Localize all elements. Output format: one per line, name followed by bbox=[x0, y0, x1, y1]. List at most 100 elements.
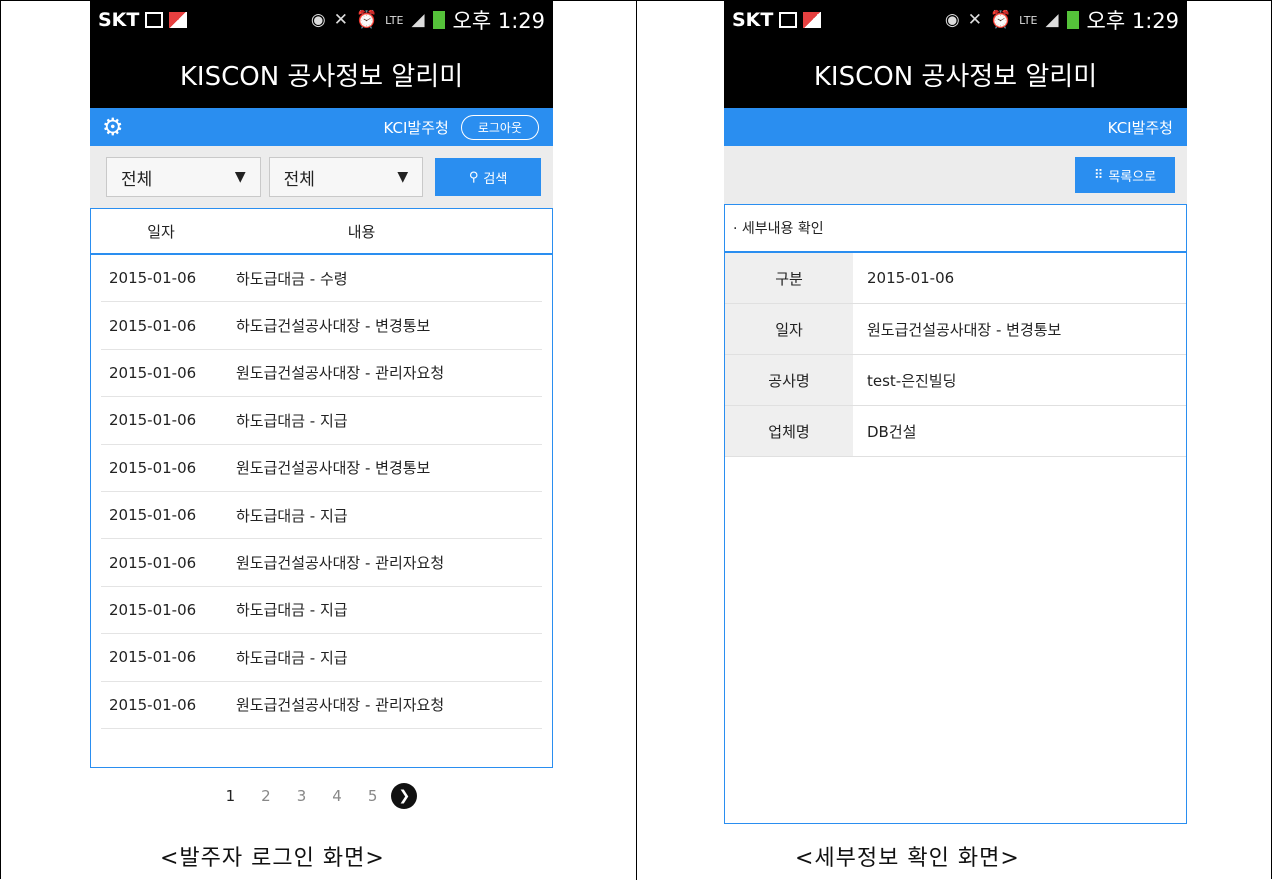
signal-icon: ◢ bbox=[1045, 10, 1059, 30]
signal-icon: ◢ bbox=[411, 10, 425, 30]
row-content: 하도급대금 - 지급 bbox=[236, 601, 348, 620]
row-date: 2015-01-06 bbox=[109, 269, 197, 288]
eye-icon: ◉ bbox=[944, 10, 960, 30]
row-date: 2015-01-06 bbox=[109, 600, 197, 619]
detail-panel: · 세부내용 확인 구분 2015-01-06 일자 원도급건설공사대장 - 변경통보… bbox=[724, 204, 1187, 824]
type-select-value: 전체 bbox=[283, 169, 315, 190]
app-title: KISCON 공사정보 알리미 bbox=[724, 40, 1187, 108]
table-body: 2015-01-06 하도급대금 - 수령 2015-01-06 하도급건설공사대장 … bbox=[91, 255, 552, 729]
clock: 오후 1:29 bbox=[1086, 9, 1179, 33]
notice-table: 일자 내용 2015-01-06 하도급대금 - 수령 2015-01-06 하도급건… bbox=[90, 208, 553, 768]
column-header-content: 내용 bbox=[347, 222, 376, 241]
status-bar: SKT ◉ ✕ ⏰ LTE ◢ 오후 1:29 bbox=[724, 0, 1187, 40]
nfc-icon: ✕ bbox=[967, 10, 982, 30]
detail-screen: SKT ◉ ✕ ⏰ LTE ◢ 오후 1:29 KISCON 공사정보 알리미 … bbox=[724, 0, 1187, 824]
table-row[interactable]: 2015-01-06 하도급대금 - 지급 bbox=[101, 492, 542, 540]
carrier-label: SKT bbox=[732, 9, 774, 31]
row-date: 2015-01-06 bbox=[109, 363, 197, 382]
row-content: 원도급건설공사대장 - 관리자요청 bbox=[236, 696, 445, 715]
network-label: LTE bbox=[1019, 13, 1038, 27]
back-to-list-button[interactable]: ⠿ 목록으로 bbox=[1075, 157, 1175, 193]
alarm-icon: ⏰ bbox=[355, 10, 378, 30]
table-row[interactable]: 2015-01-06 원도급건설공사대장 - 변경통보 bbox=[101, 445, 542, 492]
detail-row: 일자 원도급건설공사대장 - 변경통보 bbox=[725, 304, 1186, 355]
detail-value: DB건설 bbox=[867, 422, 917, 441]
carrier-label: SKT bbox=[98, 9, 140, 31]
row-date: 2015-01-06 bbox=[109, 316, 197, 335]
table-row[interactable]: 2015-01-06 하도급대금 - 지급 bbox=[101, 634, 542, 682]
nfc-icon: ✕ bbox=[333, 10, 348, 30]
eye-icon: ◉ bbox=[310, 10, 326, 30]
detail-row: 구분 2015-01-06 bbox=[725, 253, 1186, 304]
table-row[interactable]: 2015-01-06 원도급건설공사대장 - 관리자요청 bbox=[101, 350, 542, 398]
status-bar: SKT ◉ ✕ ⏰ LTE ◢ 오후 1:29 bbox=[90, 0, 553, 40]
back-to-list-label: 목록으로 bbox=[1108, 169, 1157, 185]
page-5[interactable]: 5 bbox=[368, 787, 378, 805]
table-header: 일자 내용 bbox=[91, 209, 552, 255]
detail-row: 업체명 DB건설 bbox=[725, 406, 1186, 457]
detail-value: 원도급건설공사대장 - 변경통보 bbox=[867, 320, 1062, 339]
action-bar: ⠿ 목록으로 bbox=[724, 146, 1187, 204]
detail-label: 업체명 bbox=[725, 406, 853, 456]
table-row[interactable]: 2015-01-06 원도급건설공사대장 - 관리자요청 bbox=[101, 682, 542, 729]
search-icon: ⚲ bbox=[468, 169, 479, 185]
pagination: 1 2 3 4 5 ❯ bbox=[90, 768, 553, 824]
filter-bar: 전체 ▼ 전체 ▼ ⚲ 검색 bbox=[90, 146, 553, 208]
row-content: 하도급대금 - 수령 bbox=[236, 269, 348, 288]
clock: 오후 1:29 bbox=[452, 9, 545, 33]
agency-name: KCI발주청 bbox=[1107, 118, 1173, 137]
detail-table: 구분 2015-01-06 일자 원도급건설공사대장 - 변경통보공사명 test-은진… bbox=[725, 253, 1186, 457]
table-row[interactable]: 2015-01-06 하도급대금 - 지급 bbox=[101, 587, 542, 635]
category-select-value: 전체 bbox=[121, 169, 153, 190]
detail-value: 2015-01-06 bbox=[867, 269, 955, 287]
gallery-icon bbox=[779, 12, 798, 28]
battery-icon bbox=[1066, 11, 1079, 29]
detail-value: test-은진빌딩 bbox=[867, 371, 957, 390]
page-1[interactable]: 1 bbox=[226, 787, 236, 805]
detail-label: 일자 bbox=[725, 304, 853, 354]
alarm-icon: ⏰ bbox=[989, 10, 1012, 30]
row-content: 하도급대금 - 지급 bbox=[236, 411, 348, 430]
type-select[interactable]: 전체 ▼ bbox=[268, 157, 424, 197]
row-date: 2015-01-06 bbox=[109, 553, 197, 572]
section-title: · 세부내용 확인 bbox=[725, 205, 1186, 253]
detail-label: 구분 bbox=[725, 253, 853, 303]
right-caption: <세부정보 확인 화면> bbox=[795, 846, 1020, 871]
column-divider bbox=[636, 0, 637, 880]
row-date: 2015-01-06 bbox=[109, 411, 197, 430]
agency-name: KCI발주청 bbox=[383, 118, 449, 137]
row-content: 하도급건설공사대장 - 변경통보 bbox=[236, 317, 431, 336]
row-date: 2015-01-06 bbox=[109, 506, 197, 525]
row-date: 2015-01-06 bbox=[109, 648, 197, 667]
row-content: 원도급건설공사대장 - 변경통보 bbox=[236, 459, 431, 478]
gallery-icon bbox=[145, 12, 164, 28]
next-page-icon[interactable]: ❯ bbox=[391, 783, 418, 809]
left-caption: <발주자 로그인 화면> bbox=[160, 846, 385, 871]
row-content: 원도급건설공사대장 - 관리자요청 bbox=[236, 554, 445, 573]
logout-button[interactable]: 로그아웃 bbox=[460, 114, 539, 140]
detail-label: 공사명 bbox=[725, 355, 853, 405]
app-title: KISCON 공사정보 알리미 bbox=[90, 40, 553, 108]
page-3[interactable]: 3 bbox=[297, 787, 307, 805]
dropdown-arrow-icon: ▼ bbox=[234, 169, 246, 185]
table-row[interactable]: 2015-01-06 원도급건설공사대장 - 관리자요청 bbox=[101, 539, 542, 587]
network-label: LTE bbox=[385, 13, 404, 27]
row-date: 2015-01-06 bbox=[109, 695, 197, 714]
row-content: 하도급대금 - 지급 bbox=[236, 506, 348, 525]
detail-row: 공사명 test-은진빌딩 bbox=[725, 355, 1186, 406]
row-date: 2015-01-06 bbox=[109, 458, 197, 477]
search-button-label: 검색 bbox=[483, 171, 508, 187]
gear-icon[interactable]: ⚙ bbox=[102, 115, 124, 139]
row-content: 하도급대금 - 지급 bbox=[236, 648, 348, 667]
row-content: 원도급건설공사대장 - 관리자요청 bbox=[236, 364, 445, 383]
table-row[interactable]: 2015-01-06 하도급대금 - 지급 bbox=[101, 397, 542, 445]
table-row[interactable]: 2015-01-06 하도급대금 - 수령 bbox=[101, 255, 542, 303]
dropdown-arrow-icon: ▼ bbox=[397, 169, 409, 185]
search-button[interactable]: ⚲ 검색 bbox=[435, 158, 541, 196]
page-4[interactable]: 4 bbox=[332, 787, 342, 805]
app-notification-icon bbox=[169, 12, 188, 28]
table-row[interactable]: 2015-01-06 하도급건설공사대장 - 변경통보 bbox=[101, 302, 542, 350]
page-2[interactable]: 2 bbox=[261, 787, 271, 805]
user-bar: ⚙ KCI발주청 로그아웃 bbox=[90, 108, 553, 146]
category-select[interactable]: 전체 ▼ bbox=[106, 157, 261, 197]
